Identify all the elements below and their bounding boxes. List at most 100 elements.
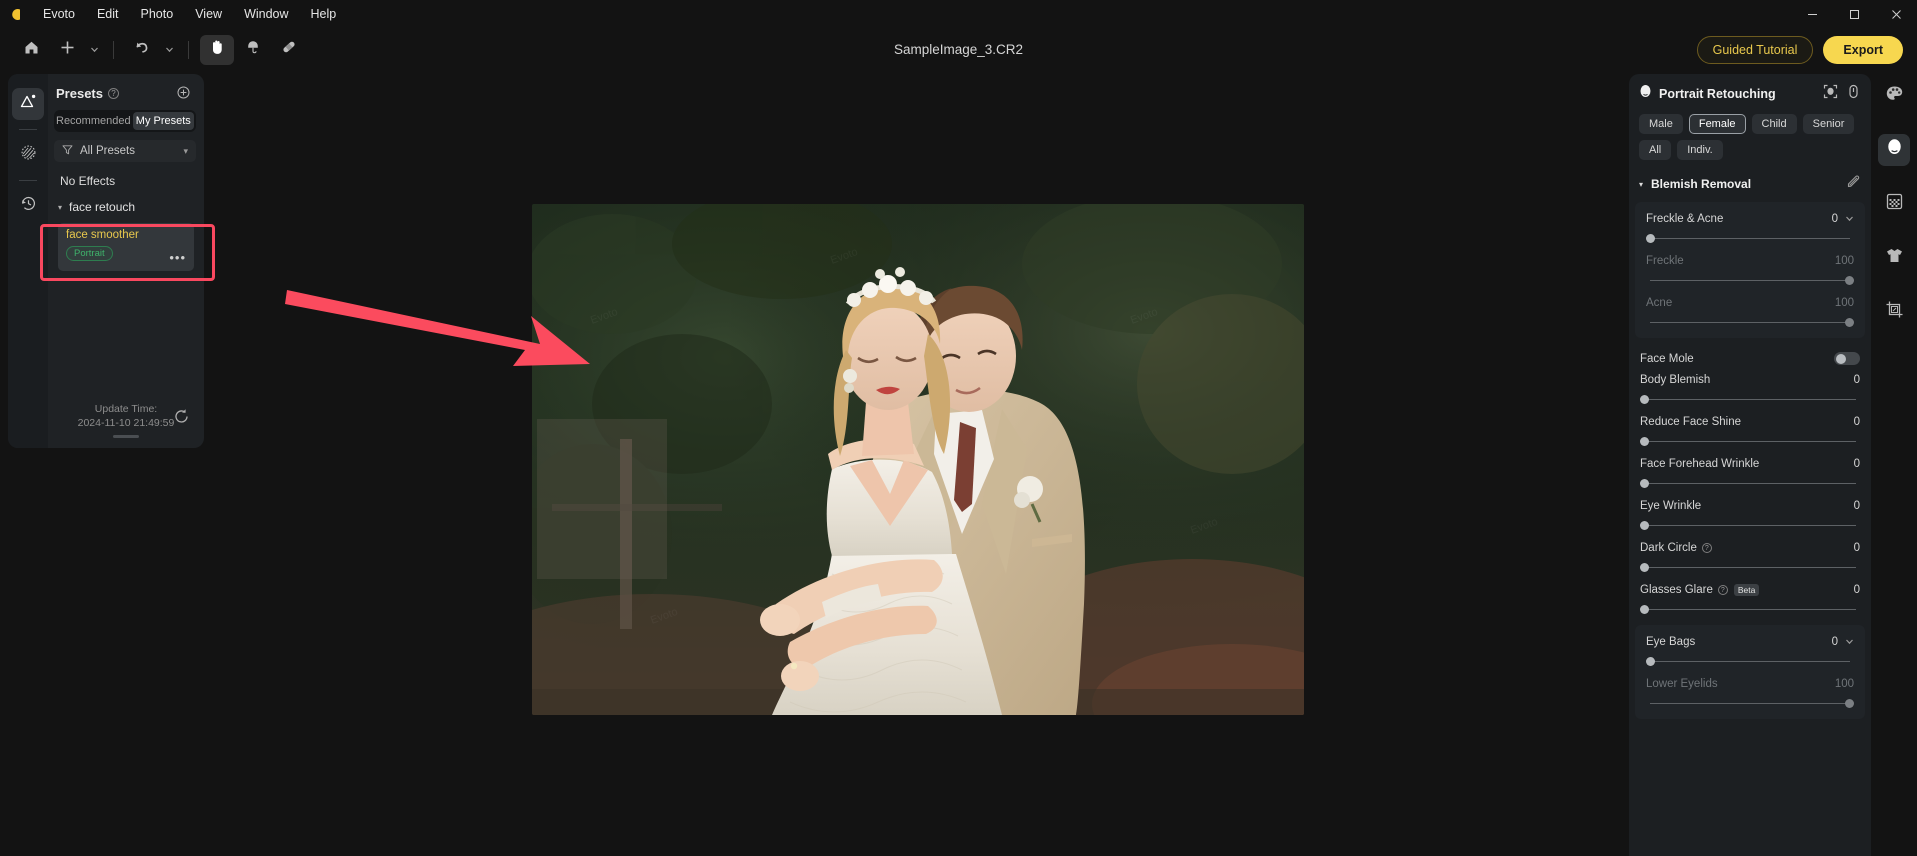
- healing-brush-icon: [280, 38, 298, 61]
- tab-recommended[interactable]: Recommended: [56, 112, 131, 130]
- slider-handle[interactable]: [1640, 395, 1649, 404]
- maximize-button[interactable]: [1833, 0, 1875, 28]
- chip-child[interactable]: Child: [1751, 114, 1797, 134]
- undo-dropdown-caret[interactable]: [161, 35, 177, 65]
- undo-icon: [133, 38, 151, 61]
- home-button[interactable]: [14, 35, 48, 65]
- slider-handle[interactable]: [1640, 605, 1649, 614]
- slider-freckle[interactable]: [1646, 274, 1854, 288]
- panel-resize-grip[interactable]: [113, 435, 139, 438]
- add-dropdown-caret[interactable]: [86, 35, 102, 65]
- slider-face-forehead-wrinkle[interactable]: [1640, 477, 1860, 491]
- preset-card-more-button[interactable]: •••: [169, 250, 186, 265]
- chip-male[interactable]: Male: [1639, 114, 1683, 134]
- crop-icon: [1885, 300, 1904, 324]
- rail-item-texture[interactable]: [12, 139, 44, 171]
- texture-grid-icon: [1885, 192, 1904, 216]
- preset-card-face-smoother[interactable]: face smoother Portrait •••: [58, 223, 194, 271]
- section-title: Blemish Removal: [1651, 177, 1752, 191]
- preset-group-face-retouch[interactable]: ▾ face retouch: [48, 188, 204, 214]
- clothing-icon: [1885, 246, 1904, 270]
- help-icon[interactable]: ?: [1701, 543, 1712, 553]
- add-preset-icon[interactable]: [177, 86, 194, 101]
- preset-filter-dropdown[interactable]: All Presets ▾: [54, 140, 196, 162]
- guided-tutorial-button[interactable]: Guided Tutorial: [1696, 35, 1814, 64]
- photo-preview[interactable]: Evoto Evoto Evoto Evoto Evoto: [531, 203, 1304, 715]
- slider-handle[interactable]: [1845, 276, 1854, 285]
- rail-item-color[interactable]: [1878, 80, 1910, 112]
- menu-item-photo[interactable]: Photo: [130, 4, 185, 24]
- chip-all[interactable]: All: [1639, 140, 1672, 160]
- slider-handle[interactable]: [1646, 234, 1655, 243]
- export-button[interactable]: Export: [1823, 35, 1903, 64]
- slider-eye-wrinkle[interactable]: [1640, 519, 1860, 533]
- close-button[interactable]: [1875, 0, 1917, 28]
- panel-header-icons: [1823, 84, 1861, 104]
- chevron-down-icon: ▾: [183, 145, 188, 156]
- slider-dark-circle[interactable]: [1640, 561, 1860, 575]
- control-label: Eye Bags: [1646, 636, 1696, 648]
- slider-handle[interactable]: [1640, 521, 1649, 530]
- add-button[interactable]: [50, 35, 84, 65]
- control-eye-bags: Eye Bags 0: [1635, 627, 1865, 669]
- menu-item-help[interactable]: Help: [300, 4, 348, 24]
- brush-edit-icon[interactable]: [1846, 174, 1861, 194]
- slider-eye-bags[interactable]: [1646, 655, 1854, 669]
- control-face-mole: Face Mole: [1629, 338, 1871, 365]
- chip-senior[interactable]: Senior: [1802, 114, 1855, 134]
- slider-reduce-face-shine[interactable]: [1640, 435, 1860, 449]
- minimize-button[interactable]: [1791, 0, 1833, 28]
- help-icon[interactable]: ?: [1717, 585, 1728, 595]
- undo-button[interactable]: [125, 35, 159, 65]
- rail-item-presets[interactable]: [12, 88, 44, 120]
- menu-item-window[interactable]: Window: [233, 4, 299, 24]
- rail-item-texture[interactable]: [1878, 188, 1910, 220]
- slider-handle[interactable]: [1640, 479, 1649, 488]
- rail-item-clothing[interactable]: [1878, 242, 1910, 274]
- control-label: Face Mole: [1640, 352, 1694, 365]
- presets-info-icon[interactable]: ?: [107, 88, 119, 99]
- control-freckle-acne: Freckle & Acne 0: [1635, 204, 1865, 246]
- refresh-presets-button[interactable]: [173, 408, 190, 430]
- face-mole-toggle[interactable]: [1834, 352, 1860, 365]
- chip-indiv[interactable]: Indiv.: [1677, 140, 1723, 160]
- canvas-area: Evoto Evoto Evoto Evoto Evoto: [212, 62, 1623, 856]
- slider-acne[interactable]: [1646, 316, 1854, 330]
- beta-badge: Beta: [1733, 584, 1760, 596]
- compare-icon[interactable]: [1846, 84, 1861, 104]
- eye-bags-group: Eye Bags 0 Lower Eyelids 100: [1635, 625, 1865, 719]
- slider-handle[interactable]: [1845, 699, 1854, 708]
- menu-item-edit[interactable]: Edit: [86, 4, 130, 24]
- healing-brush-button[interactable]: [272, 35, 306, 65]
- control-eye-wrinkle: Eye Wrinkle 0: [1629, 491, 1871, 533]
- chevron-down-icon[interactable]: [1845, 214, 1854, 225]
- dodge-burn-button[interactable]: [236, 35, 270, 65]
- window-controls: [1791, 0, 1917, 28]
- chip-female[interactable]: Female: [1688, 114, 1746, 134]
- control-lower-eyelids: Lower Eyelids 100: [1635, 669, 1865, 711]
- menu-item-evoto[interactable]: Evoto: [32, 4, 86, 24]
- slider-handle[interactable]: [1845, 318, 1854, 327]
- slider-track: [1650, 280, 1850, 281]
- slider-freckle-acne[interactable]: [1646, 232, 1854, 246]
- rail-item-crop[interactable]: [1878, 296, 1910, 328]
- slider-lower-eyelids[interactable]: [1646, 697, 1854, 711]
- chevron-down-icon[interactable]: [1845, 637, 1854, 648]
- presets-icon: [19, 92, 38, 116]
- dodge-burn-icon: [244, 38, 262, 61]
- face-detect-icon[interactable]: [1823, 84, 1838, 104]
- slider-handle[interactable]: [1640, 437, 1649, 446]
- rail-item-portrait[interactable]: [1878, 134, 1910, 166]
- slider-body-blemish[interactable]: [1640, 393, 1860, 407]
- section-blemish-removal-header[interactable]: ▾ Blemish Removal: [1629, 160, 1871, 194]
- slider-track: [1644, 609, 1856, 610]
- slider-glasses-glare[interactable]: [1640, 603, 1860, 617]
- preset-no-effects[interactable]: No Effects: [48, 162, 204, 188]
- menu-item-view[interactable]: View: [184, 4, 233, 24]
- rail-item-history[interactable]: [12, 190, 44, 222]
- hand-tool-button[interactable]: [200, 34, 234, 65]
- slider-handle[interactable]: [1646, 657, 1655, 666]
- face-icon: [1639, 85, 1652, 103]
- tab-my-presets[interactable]: My Presets: [132, 112, 194, 130]
- slider-handle[interactable]: [1640, 563, 1649, 572]
